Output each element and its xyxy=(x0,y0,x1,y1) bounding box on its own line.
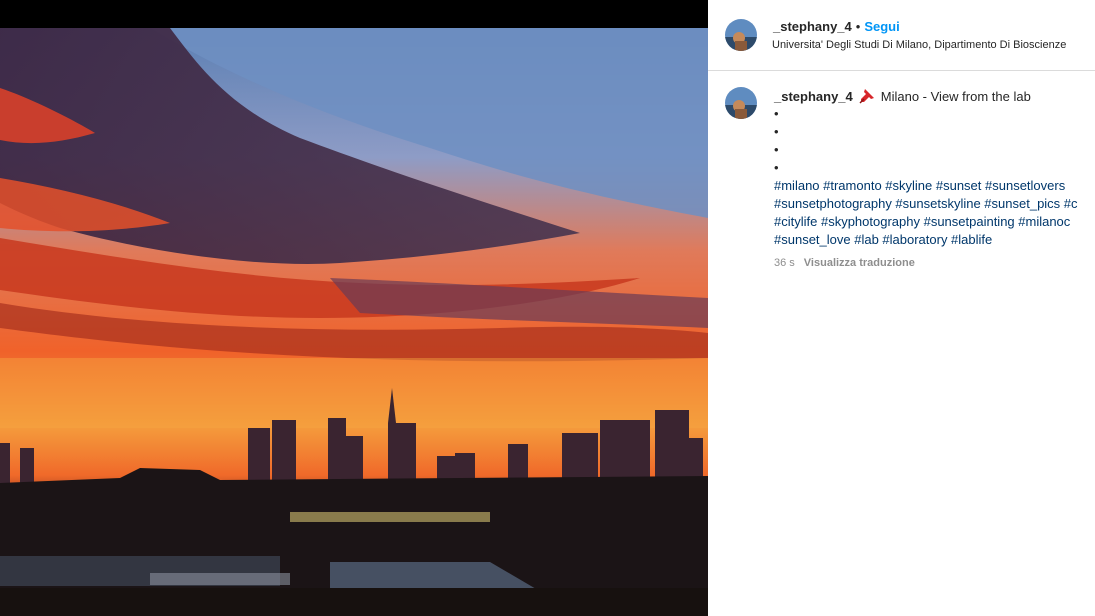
caption-bullet: • xyxy=(774,160,779,175)
post-side-panel: _stephany_4 • Segui Universita' Degli Stud… xyxy=(708,0,1095,616)
caption-bullet: • xyxy=(774,106,779,121)
separator-dot: • xyxy=(855,19,861,34)
caption-meta: 36 s Visualizza traduzione xyxy=(774,257,915,269)
top-black-bar xyxy=(0,0,708,28)
location-link[interactable]: Universita' Degli Studi Di Milano, Dipar… xyxy=(772,39,1066,51)
caption-avatar[interactable] xyxy=(725,87,757,119)
header-line: _stephany_4 • Segui xyxy=(773,18,900,36)
post-photo[interactable] xyxy=(0,28,708,616)
hashtag-line[interactable]: #citylife #skyphotography #sunsetpaintin… xyxy=(774,213,1095,231)
post-header: _stephany_4 • Segui Universita' Degli Stud… xyxy=(708,0,1095,71)
hashtag-line[interactable]: #sunsetphotography #sunsetskyline #sunse… xyxy=(774,195,1095,213)
hashtag-line[interactable]: #sunset_love #lab #laboratory #lablife xyxy=(774,231,1095,249)
caption-username-link[interactable]: _stephany_4 xyxy=(774,89,853,104)
caption-line: _stephany_4 Milano - View from the lab xyxy=(774,88,1031,104)
pushpin-icon xyxy=(859,88,875,104)
username-link[interactable]: _stephany_4 xyxy=(773,19,852,34)
caption-bullet: • xyxy=(774,142,779,157)
translate-button[interactable]: Visualizza traduzione xyxy=(804,257,915,269)
caption-text: Milano - View from the lab xyxy=(880,89,1031,104)
sunset-skyline-photo xyxy=(0,28,708,616)
post-time[interactable]: 36 s xyxy=(774,257,795,269)
follow-button[interactable]: Segui xyxy=(864,19,899,34)
caption-bullet: • xyxy=(774,124,779,139)
avatar[interactable] xyxy=(725,19,757,51)
hashtag-line[interactable]: #milano #tramonto #skyline #sunset #suns… xyxy=(774,177,1095,195)
